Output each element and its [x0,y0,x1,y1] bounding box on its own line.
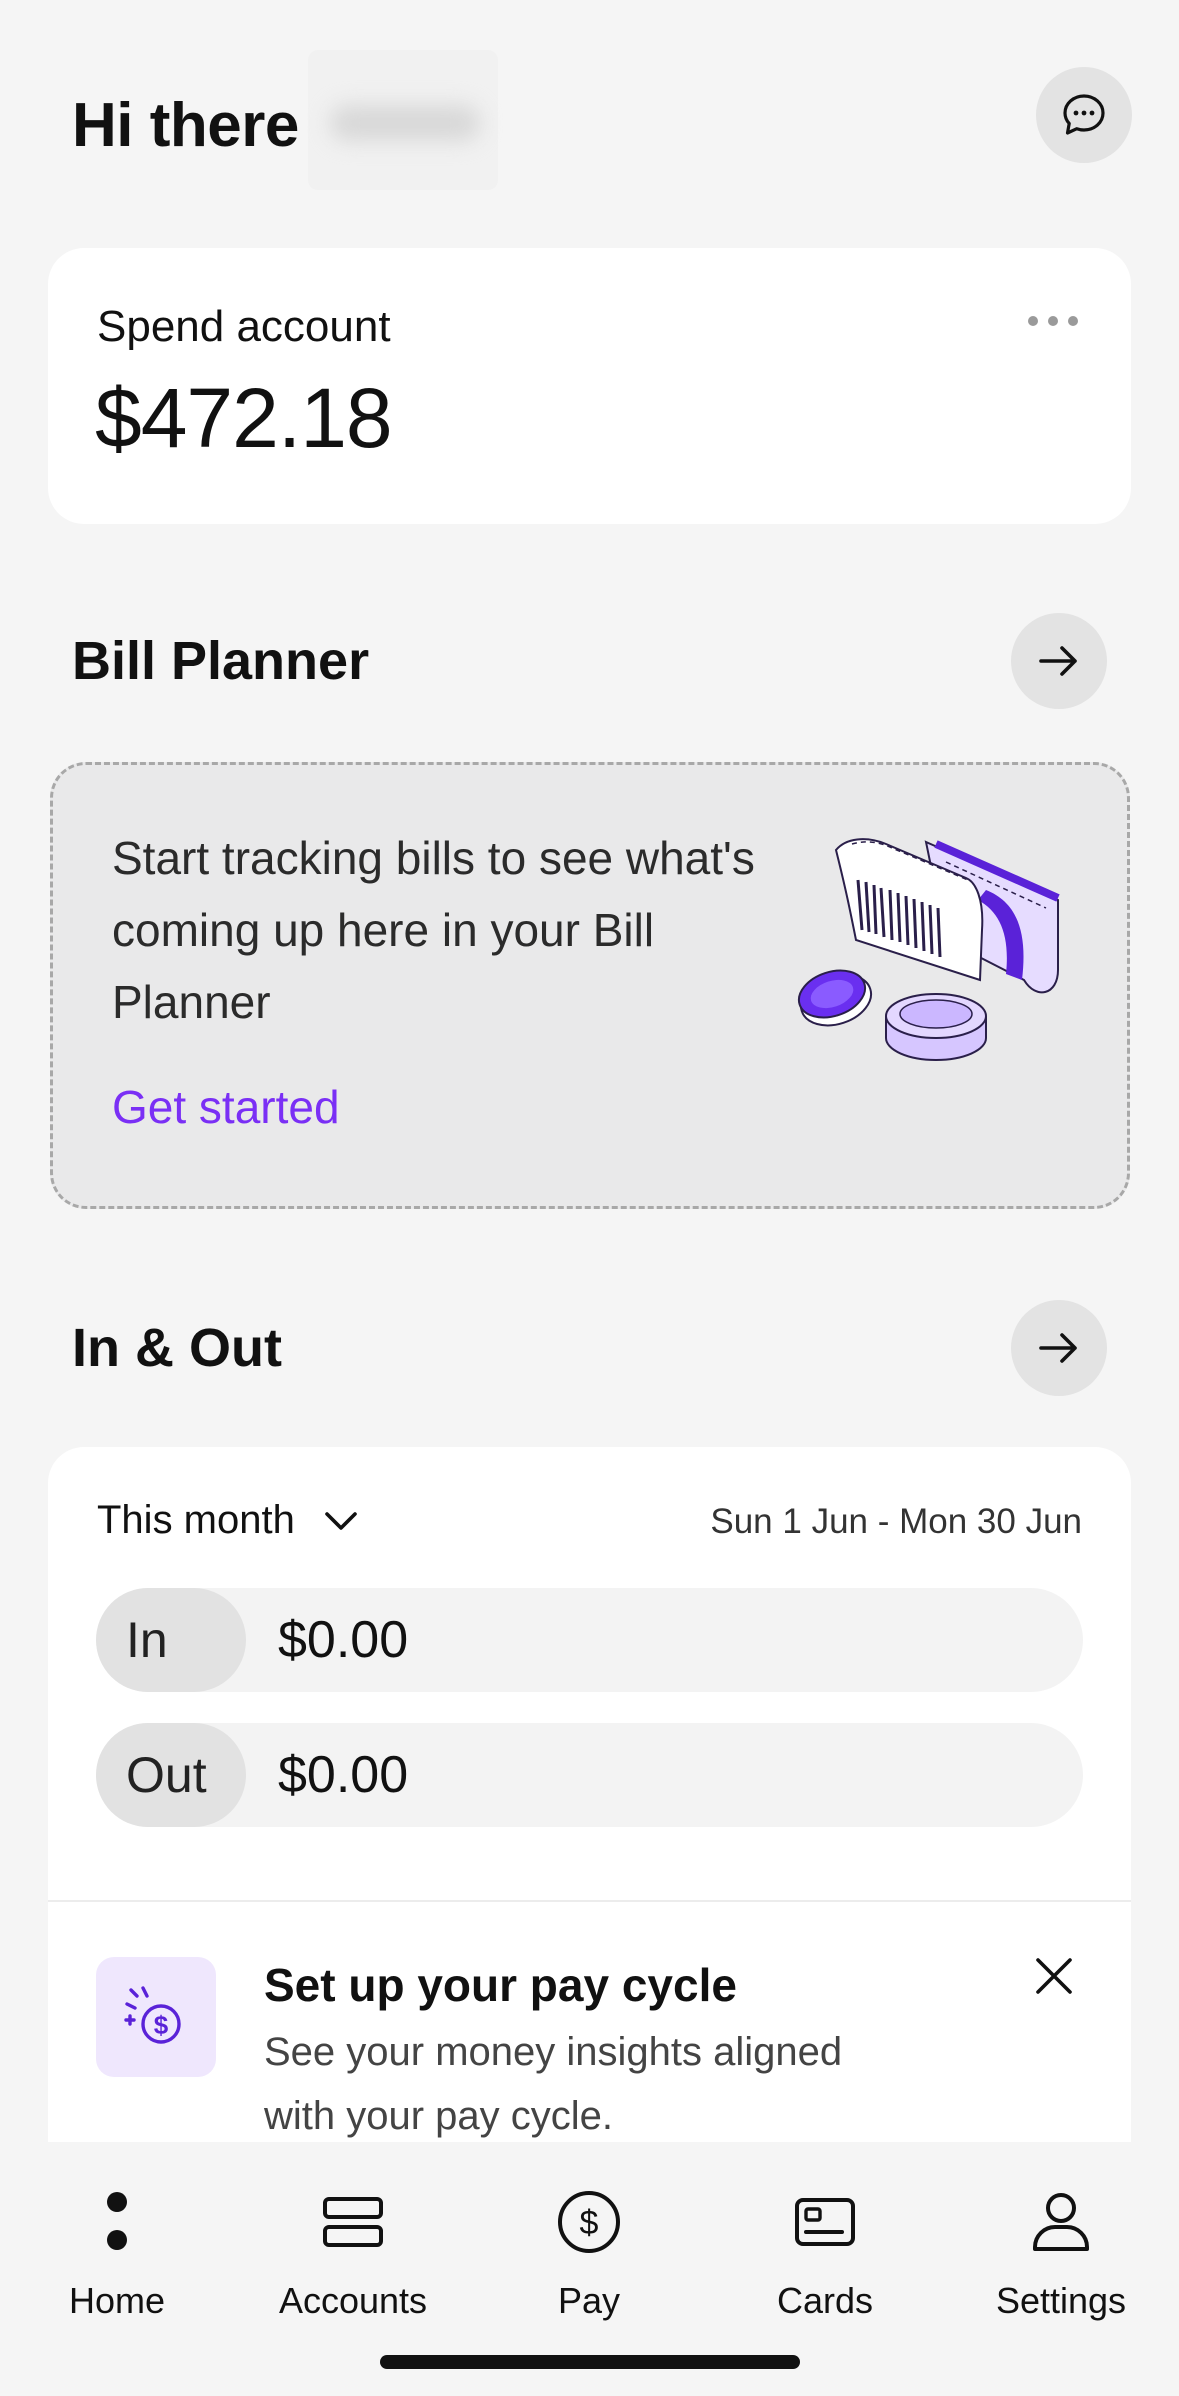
chat-bubble-icon [1063,94,1105,135]
dollar-circle-icon: $ [558,2191,620,2253]
arrow-right-icon [1039,646,1077,676]
nav-label-home: Home [68,2280,166,2321]
accounts-icon [323,2197,383,2247]
nav-item-pay[interactable]: $ Pay [489,2182,689,2322]
user-name-redacted [308,50,498,190]
nav-label-settings: Settings [995,2280,1127,2321]
pay-cycle-description: See your money insights aligned with you… [264,2030,843,2138]
nav-item-settings[interactable]: Settings [961,2182,1161,2322]
home-dot-icon [107,2192,127,2250]
home-indicator[interactable] [380,2355,800,2369]
nav-label-cards: Cards [776,2280,874,2321]
bill-and-coins-illustration [797,838,1060,1061]
close-icon [1036,1958,1072,1994]
chevron-down-icon [325,1511,357,1530]
chat-button[interactable] [1036,67,1132,163]
nav-item-accounts[interactable]: Accounts [253,2182,453,2322]
divider [48,1900,1131,1902]
bill-planner-arrow-button[interactable] [1011,613,1107,709]
date-range-label: Sun 1 Jun - Mon 30 Jun [710,1502,1082,1541]
pay-cycle-title: Set up your pay cycle [264,1959,737,2011]
get-started-link[interactable]: Get started [112,1080,340,1134]
period-dropdown[interactable]: This month [97,1498,359,1543]
nav-label-accounts: Accounts [278,2280,428,2321]
bill-planner-title: Bill Planner [72,631,370,691]
money-out-label: Out [96,1723,246,1827]
money-in-value: $0.00 [278,1611,409,1669]
money-in-row[interactable]: In $0.00 [96,1588,1083,1692]
money-in-label: In [96,1588,246,1692]
in-out-arrow-button[interactable] [1011,1300,1107,1396]
greeting-title: Hi there [72,91,299,160]
money-out-row[interactable]: Out $0.00 [96,1723,1083,1827]
pay-cycle-icon-box: $ [96,1957,216,2077]
card-icon [795,2198,855,2246]
spend-account-label: Spend account [97,302,391,351]
more-horizontal-icon[interactable] [1028,316,1078,328]
in-out-title: In & Out [72,1318,282,1378]
arrow-right-icon [1039,1333,1077,1363]
nav-item-home[interactable]: Home [17,2182,217,2322]
dollar-sparkle-icon: $ [124,1986,181,2044]
bill-planner-empty-message: Start tracking bills to see what's comin… [112,832,755,1028]
spend-account-balance: $472.18 [95,371,393,465]
svg-text:$: $ [580,2204,599,2242]
nav-label-pay: Pay [557,2280,621,2321]
money-out-value: $0.00 [278,1746,409,1804]
period-selected-label: This month [97,1498,295,1542]
close-button[interactable] [1028,1950,1080,2002]
svg-text:$: $ [154,2010,169,2040]
nav-item-cards[interactable]: Cards [725,2182,925,2322]
person-icon [1033,2193,1089,2251]
